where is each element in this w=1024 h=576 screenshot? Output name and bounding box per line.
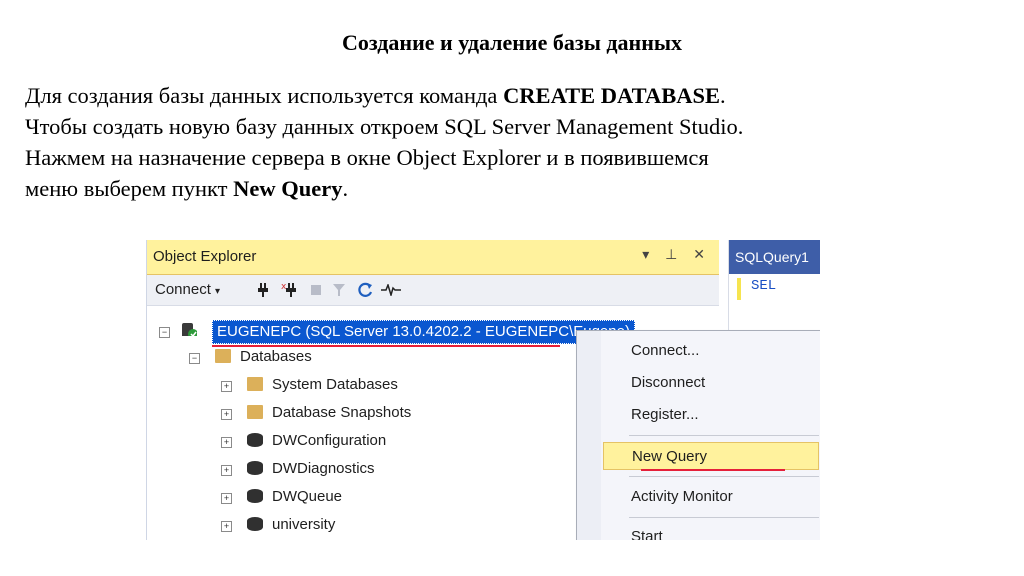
menu-item-activity-monitor[interactable]: Activity Monitor: [603, 483, 819, 511]
collapse-icon[interactable]: −: [189, 353, 200, 364]
stop-icon[interactable]: [311, 285, 321, 295]
menu-item-register[interactable]: Register...: [603, 401, 819, 429]
context-menu: Connect... Disconnect Register... New Qu…: [576, 330, 820, 540]
new-query-underline: [641, 469, 785, 471]
panel-window-controls-icon[interactable]: ▾ ⊥ ✕: [642, 246, 711, 263]
database-icon: [247, 433, 263, 447]
menu-gutter: [577, 331, 601, 540]
menu-item-label: Connect...: [631, 342, 700, 359]
chevron-down-icon: ▾: [215, 286, 221, 297]
document-paragraph: Для создания базы данных используется ко…: [25, 80, 1005, 204]
editor-change-marker: [737, 278, 741, 300]
expand-icon[interactable]: +: [221, 493, 232, 504]
ssms-screenshot: Object Explorer ▾ ⊥ ✕ Connect ▾ x − EUGE…: [146, 240, 820, 540]
line1-end: .: [719, 83, 726, 108]
menu-item-connect[interactable]: Connect...: [603, 337, 819, 365]
menu-item-label: Register...: [631, 406, 699, 423]
database-icon: [247, 489, 263, 503]
menu-item-label: New Query: [632, 448, 708, 465]
menu-separator: [629, 435, 819, 436]
activity-monitor-icon[interactable]: [381, 284, 401, 296]
folder-icon: [215, 349, 231, 363]
refresh-icon[interactable]: [357, 282, 373, 298]
object-explorer-toolbar: Connect ▾ x: [147, 275, 719, 306]
paragraph-line-2: Чтобы создать новую базу данных откроем …: [25, 114, 744, 139]
object-explorer-header: Object Explorer ▾ ⊥ ✕: [147, 240, 719, 275]
menu-item-label: Start: [631, 528, 663, 540]
menu-item-start[interactable]: Start: [603, 523, 819, 540]
menu-item-label: Activity Monitor: [631, 488, 733, 505]
paragraph-line-1: Для создания базы данных используется ко…: [25, 80, 1005, 111]
disconnect-plug-icon[interactable]: x: [281, 282, 297, 298]
menu-separator: [629, 517, 819, 518]
database-icon: [247, 517, 263, 531]
tab-sqlquery[interactable]: SQLQuery1: [729, 240, 820, 274]
expand-icon[interactable]: +: [221, 409, 232, 420]
tree-node-label: System Databases: [272, 376, 398, 393]
database-icon: [247, 461, 263, 475]
line1-bold: CREATE DATABASE: [503, 83, 720, 108]
paragraph-line-3: Нажмем на назначение сервера в окне Obje…: [25, 145, 709, 170]
folder-icon: [247, 377, 263, 391]
menu-item-new-query[interactable]: New Query: [603, 442, 819, 470]
expand-icon[interactable]: +: [221, 381, 232, 392]
expand-icon[interactable]: +: [221, 465, 232, 476]
menu-item-disconnect[interactable]: Disconnect: [603, 369, 819, 397]
server-node-label[interactable]: EUGENEPC (SQL Server 13.0.4202.2 - EUGEN…: [212, 320, 635, 344]
line1-text: Для создания базы данных используется ко…: [25, 83, 504, 108]
menu-separator: [629, 476, 819, 477]
tree-node-label: Database Snapshots: [272, 404, 412, 421]
line4-text: меню выберем пункт: [25, 176, 234, 201]
connect-label: Connect: [155, 281, 211, 298]
object-explorer-title: Object Explorer: [153, 248, 257, 265]
menu-item-label: Disconnect: [631, 374, 706, 391]
expand-icon[interactable]: +: [221, 437, 232, 448]
tree-node-label: university: [272, 516, 336, 533]
line4-bold: New Query: [233, 176, 343, 201]
tree-node-label: Databases: [240, 348, 312, 365]
collapse-icon[interactable]: −: [159, 327, 170, 338]
tree-node-label: DWQueue: [272, 488, 343, 505]
expand-icon[interactable]: +: [221, 521, 232, 532]
filter-icon[interactable]: [333, 284, 345, 296]
folder-icon: [247, 405, 263, 419]
paragraph-line-4: меню выберем пункт New Query.: [25, 173, 1005, 204]
tree-node-label: DWDiagnostics: [272, 460, 375, 477]
tree-node-label: DWConfiguration: [272, 432, 387, 449]
server-underline: [212, 345, 560, 347]
connect-button[interactable]: Connect ▾: [155, 281, 220, 298]
server-icon: [182, 323, 197, 336]
editor-code[interactable]: SEL: [751, 278, 776, 294]
line4-end: .: [342, 176, 349, 201]
document-title: Создание и удаление базы данных: [341, 30, 683, 55]
connect-plug-icon[interactable]: [257, 283, 269, 297]
